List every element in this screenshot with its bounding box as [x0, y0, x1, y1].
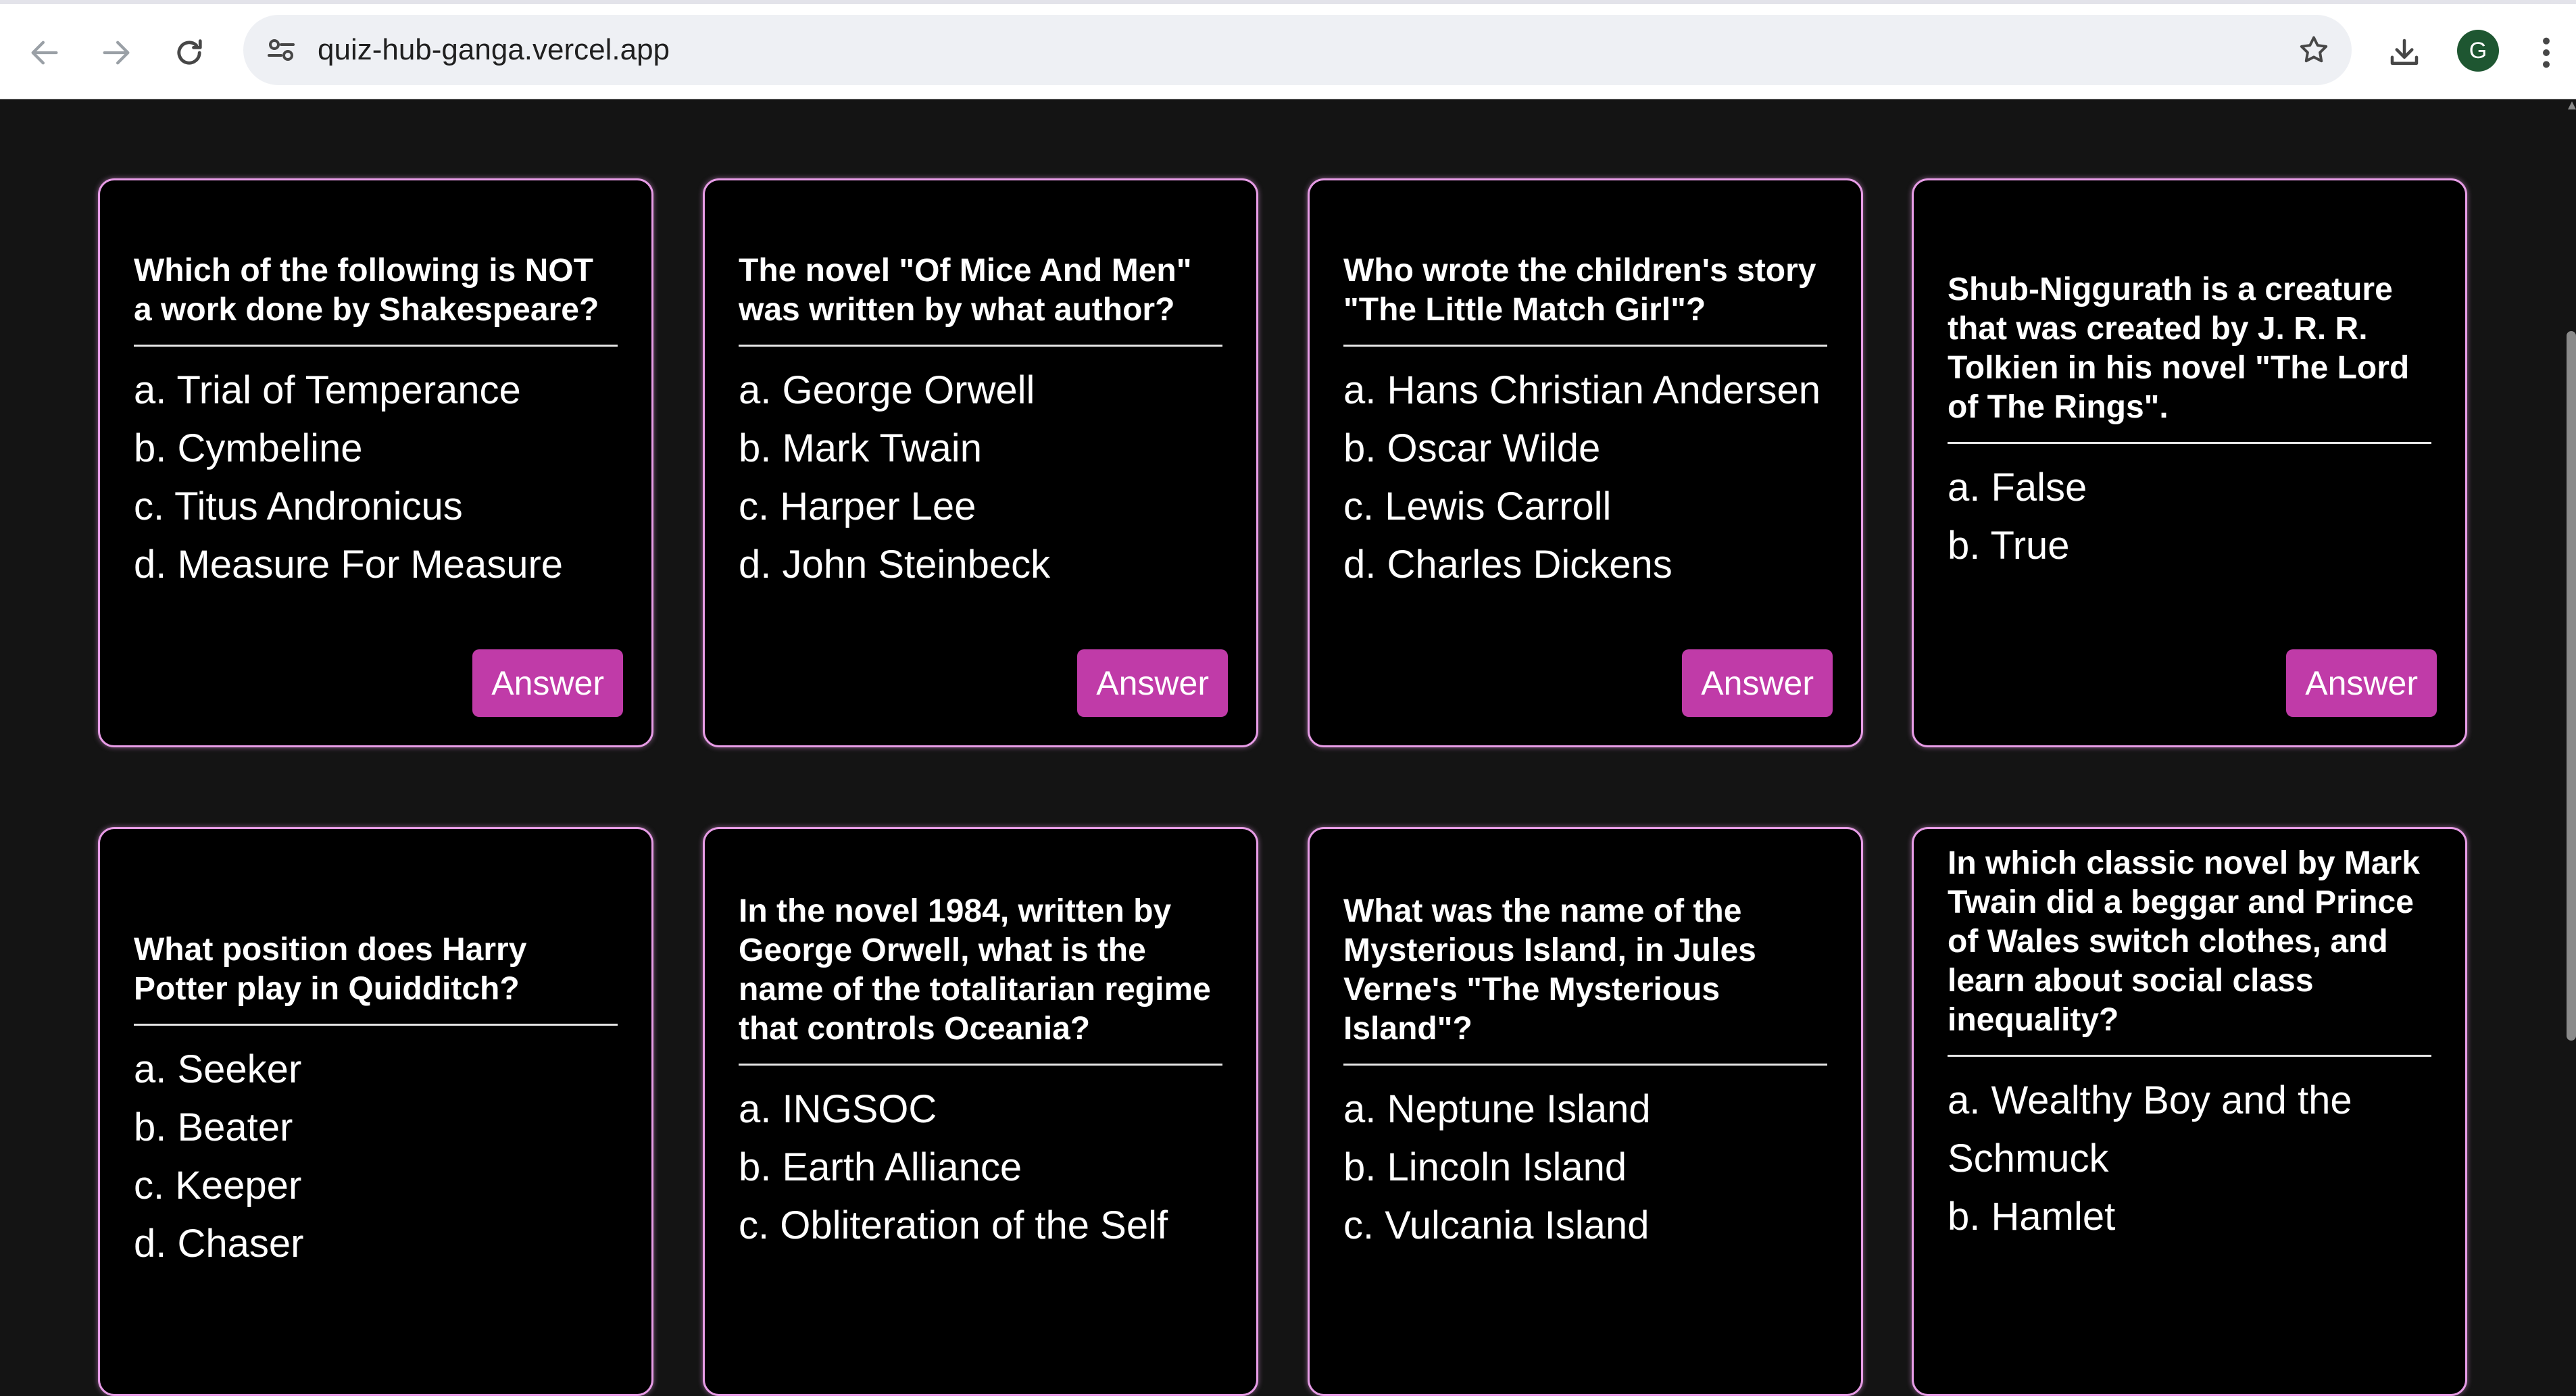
address-bar[interactable]: quiz-hub-ganga.vercel.app [243, 15, 2352, 85]
quiz-card: Shub-Niggurath is a creature that was cr… [1912, 178, 2467, 747]
option-b: b. True [1948, 523, 2070, 568]
question-text: Shub-Niggurath is a creature that was cr… [1948, 270, 2431, 444]
options-list: a. Wealthy Boy and the Schmuck b. Hamlet [1948, 1072, 2431, 1246]
tab-strip-edge [0, 0, 2576, 4]
option-a: a. False [1948, 465, 2087, 509]
option-b: b. Mark Twain [739, 426, 982, 470]
browser-menu-button[interactable] [2527, 23, 2565, 82]
quiz-card: What was the name of the Mysterious Isla… [1308, 827, 1863, 1396]
option-d: d. Chaser [134, 1222, 304, 1266]
option-b: b. Lincoln Island [1343, 1145, 1627, 1189]
options-list: a. INGSOC b. Earth Alliance c. Obliterat… [739, 1080, 1222, 1255]
answer-button[interactable]: Answer [2286, 649, 2437, 717]
option-a: a. Hans Christian Andersen [1343, 368, 1821, 412]
back-button[interactable] [12, 20, 77, 85]
options-list: a. Hans Christian Andersen b. Oscar Wild… [1343, 362, 1827, 594]
profile-avatar[interactable]: G [2457, 30, 2499, 72]
bookmark-button[interactable] [2291, 27, 2337, 73]
option-c: c. Harper Lee [739, 484, 976, 528]
option-d: d. John Steinbeck [739, 542, 1051, 587]
question-text: What was the name of the Mysterious Isla… [1343, 892, 1827, 1066]
forward-button[interactable] [84, 20, 149, 85]
star-icon [2300, 36, 2328, 63]
option-b: b. Cymbeline [134, 426, 363, 470]
option-b: b. Earth Alliance [739, 1145, 1022, 1189]
quiz-card: In which classic novel by Mark Twain did… [1912, 827, 2467, 1396]
option-a: a. Seeker [134, 1047, 302, 1091]
option-b: b. Oscar Wilde [1343, 426, 1601, 470]
option-b: b. Hamlet [1948, 1195, 2116, 1239]
option-a: a. INGSOC [739, 1087, 937, 1131]
question-text: Who wrote the children's story "The Litt… [1343, 251, 1827, 347]
option-a: a. George Orwell [739, 368, 1035, 412]
quiz-card: Which of the following is NOT a work don… [98, 178, 653, 747]
option-c: c. Vulcania Island [1343, 1203, 1650, 1247]
question-text: In which classic novel by Mark Twain did… [1948, 844, 2431, 1057]
browser-toolbar: quiz-hub-ganga.vercel.app G [0, 0, 2576, 99]
answer-button[interactable]: Answer [472, 649, 623, 717]
option-d: d. Charles Dickens [1343, 542, 1673, 587]
answer-button[interactable]: Answer [1077, 649, 1228, 717]
site-info-button[interactable] [258, 27, 304, 73]
answer-button[interactable]: Answer [1682, 649, 1833, 717]
option-b: b. Beater [134, 1105, 293, 1149]
page-scrollbar-thumb[interactable] [2567, 331, 2576, 1041]
scroll-up-arrow[interactable] [2568, 101, 2576, 109]
tune-icon [268, 39, 295, 61]
reload-button[interactable] [157, 20, 222, 85]
quiz-card: Who wrote the children's story "The Litt… [1308, 178, 1863, 747]
options-list: a. Neptune Island b. Lincoln Island c. V… [1343, 1080, 1827, 1255]
option-a: a. Wealthy Boy and the Schmuck [1948, 1078, 2352, 1180]
option-c: c. Titus Andronicus [134, 484, 463, 528]
quiz-card: What position does Harry Potter play in … [98, 827, 653, 1396]
options-list: a. False b. True [1948, 459, 2431, 575]
quiz-card: In the novel 1984, written by George Orw… [703, 827, 1258, 1396]
arrow-right-icon [103, 41, 130, 65]
option-c: c. Keeper [134, 1164, 302, 1207]
question-text: What position does Harry Potter play in … [134, 930, 618, 1026]
question-text: The novel "Of Mice And Men" was written … [739, 251, 1222, 347]
option-a: a. Neptune Island [1343, 1087, 1651, 1131]
options-list: a. Seeker b. Beater c. Keeper d. Chaser [134, 1041, 618, 1273]
option-a: a. Trial of Temperance [134, 368, 521, 412]
option-c: c. Lewis Carroll [1343, 484, 1612, 528]
kebab-menu-icon [2543, 37, 2550, 68]
downloads-button[interactable] [2372, 20, 2437, 85]
url-text[interactable]: quiz-hub-ganga.vercel.app [318, 15, 670, 85]
question-text: Which of the following is NOT a work don… [134, 251, 618, 347]
download-icon [2390, 39, 2419, 65]
option-c: c. Obliteration of the Self [739, 1203, 1168, 1247]
question-text: In the novel 1984, written by George Orw… [739, 892, 1222, 1066]
arrow-left-icon [31, 41, 58, 65]
options-list: a. Trial of Temperance b. Cymbeline c. T… [134, 362, 618, 594]
option-d: d. Measure For Measure [134, 542, 564, 587]
reload-icon [177, 39, 202, 65]
options-list: a. George Orwell b. Mark Twain c. Harper… [739, 362, 1222, 594]
quiz-card: The novel "Of Mice And Men" was written … [703, 178, 1258, 747]
